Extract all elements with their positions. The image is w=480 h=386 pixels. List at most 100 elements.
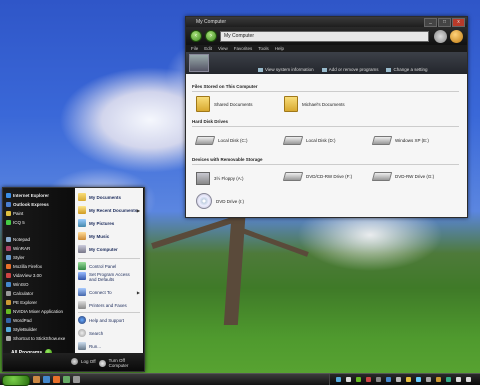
recent-program[interactable]: WordPad bbox=[6, 318, 32, 323]
tray-icon[interactable] bbox=[466, 377, 471, 382]
printers-faxes-link[interactable]: Printers and Faxes bbox=[78, 301, 141, 309]
local-disk-d-item[interactable]: Local Disk (D:) bbox=[282, 136, 336, 145]
calculator-icon bbox=[6, 291, 11, 296]
address-input[interactable]: My Computer bbox=[220, 30, 429, 42]
menu-file[interactable]: File bbox=[191, 46, 198, 51]
pinned-internet-explorer[interactable]: Internet Explorer bbox=[6, 193, 49, 198]
set-program-access-link[interactable]: Set Program Access and Defaults bbox=[78, 272, 141, 282]
tray-icon[interactable] bbox=[406, 377, 411, 382]
tray-icon[interactable] bbox=[386, 377, 391, 382]
tray-icon[interactable] bbox=[446, 377, 451, 382]
pinned-outlook-express[interactable]: Outlook Express bbox=[6, 202, 49, 207]
connect-to-link[interactable]: Connect To ▶ bbox=[78, 288, 141, 296]
menu-tools[interactable]: Tools bbox=[258, 46, 269, 51]
start-button[interactable] bbox=[2, 375, 30, 386]
info-icon bbox=[258, 67, 263, 72]
shared-documents-item[interactable]: Shared Documents bbox=[196, 96, 253, 112]
recent-program[interactable]: StyleBuilder bbox=[6, 327, 37, 332]
menu-favorites[interactable]: Favorites bbox=[234, 46, 253, 51]
recent-program[interactable]: WinISO bbox=[6, 282, 29, 287]
tree-branch bbox=[241, 228, 309, 257]
printer-icon bbox=[78, 301, 86, 309]
tree-branch bbox=[151, 217, 234, 249]
divider bbox=[78, 312, 140, 313]
hard-drive-icon bbox=[371, 136, 393, 145]
task-view-system-info[interactable]: View system information bbox=[258, 67, 314, 72]
search-icon[interactable] bbox=[434, 29, 447, 43]
tray-icon[interactable] bbox=[456, 377, 461, 382]
floppy-icon bbox=[196, 172, 210, 185]
menu-edit[interactable]: Edit bbox=[204, 46, 212, 51]
tray-icon[interactable] bbox=[346, 377, 351, 382]
settings-icon bbox=[386, 67, 392, 72]
recent-program[interactable]: Paint bbox=[6, 211, 23, 216]
recent-program[interactable]: ICQ 5 bbox=[6, 220, 25, 225]
tray-icon[interactable] bbox=[416, 377, 421, 382]
dvd-rw-g-item[interactable]: DVD-RW Drive (G:) bbox=[371, 172, 434, 181]
log-off-button[interactable]: Log Off bbox=[71, 358, 96, 365]
wordpad-icon bbox=[6, 318, 11, 323]
recent-program[interactable]: Styler bbox=[6, 255, 25, 260]
tray-icon[interactable] bbox=[356, 377, 361, 382]
back-button[interactable]: ‹ bbox=[190, 30, 202, 42]
window-title: My Computer bbox=[196, 19, 227, 25]
my-documents-link[interactable]: My Documents bbox=[78, 193, 141, 201]
minimize-button[interactable]: _ bbox=[424, 18, 437, 27]
my-music-link[interactable]: My Music bbox=[78, 232, 141, 240]
start-menu-programs-pane: Internet Explorer Outlook Express Paint … bbox=[3, 188, 73, 353]
task-change-setting[interactable]: Change a setting bbox=[386, 67, 428, 72]
quicklaunch-icon[interactable] bbox=[63, 376, 70, 383]
help-support-link[interactable]: Help and Support bbox=[78, 316, 141, 324]
local-disk-c-item[interactable]: Local Disk (C:) bbox=[194, 136, 248, 145]
control-panel-link[interactable]: Control Panel bbox=[78, 262, 141, 270]
quicklaunch-icon[interactable] bbox=[53, 376, 60, 383]
quicklaunch-icon[interactable] bbox=[73, 376, 80, 383]
divider bbox=[192, 164, 459, 165]
tray-icon[interactable] bbox=[426, 377, 431, 382]
recent-program[interactable]: PE Explorer bbox=[6, 300, 37, 305]
folder-icon bbox=[196, 96, 210, 112]
my-recent-documents-link[interactable]: My Recent Documents ▶ bbox=[78, 206, 141, 214]
internet-explorer-icon bbox=[6, 193, 11, 198]
recent-program[interactable]: Mozilla Firefox bbox=[6, 264, 42, 269]
tray-icon[interactable] bbox=[376, 377, 381, 382]
forward-button[interactable]: › bbox=[205, 30, 217, 42]
window-titlebar[interactable]: My Computer _ □ x bbox=[186, 17, 467, 27]
close-button[interactable]: x bbox=[452, 18, 465, 27]
folders-icon[interactable] bbox=[450, 29, 463, 43]
submenu-arrow-icon: ▶ bbox=[136, 289, 140, 295]
windows-xp-e-item[interactable]: Windows XP (E:) bbox=[371, 136, 429, 145]
recent-program[interactable]: NVIDIA Mixer Application bbox=[6, 309, 63, 314]
recent-program[interactable]: Calculator bbox=[6, 291, 33, 296]
search-link[interactable]: Search bbox=[78, 329, 141, 337]
dvd-drive-i-item[interactable]: DVD Drive (I:) bbox=[196, 193, 244, 209]
my-computer-window: My Computer _ □ x ‹ › My Computer File E… bbox=[185, 16, 468, 218]
pictures-icon bbox=[78, 219, 86, 227]
tray-icon[interactable] bbox=[436, 377, 441, 382]
paint-icon bbox=[6, 211, 11, 216]
menu-help[interactable]: Help bbox=[275, 46, 284, 51]
recent-program[interactable]: VidaView 3.00 bbox=[6, 273, 42, 278]
dvd-cdrw-f-item[interactable]: DVD/CD-RW Drive (F:) bbox=[282, 172, 352, 181]
michaels-documents-item[interactable]: Michael's Documents bbox=[284, 96, 345, 112]
run-link[interactable]: Run... bbox=[78, 342, 141, 350]
log-off-icon bbox=[71, 358, 78, 365]
network-icon bbox=[78, 288, 86, 296]
group-header-stored: Files Stored on This Computer bbox=[192, 84, 258, 89]
tray-icon[interactable] bbox=[366, 377, 371, 382]
floppy-a-item[interactable]: 3½ Floppy (A:) bbox=[196, 172, 244, 185]
quicklaunch-icon[interactable] bbox=[43, 376, 50, 383]
tray-icon[interactable] bbox=[396, 377, 401, 382]
recent-program[interactable]: Shortcut to StickShow.exe bbox=[6, 336, 65, 341]
recent-program[interactable]: WinRAR bbox=[6, 246, 30, 251]
my-pictures-link[interactable]: My Pictures bbox=[78, 219, 141, 227]
my-computer-link[interactable]: My Computer bbox=[78, 245, 141, 253]
turn-off-button[interactable]: Turn Off Computer bbox=[99, 358, 144, 368]
tray-icon[interactable] bbox=[336, 377, 341, 382]
menu-view[interactable]: View bbox=[218, 46, 228, 51]
maximize-button[interactable]: □ bbox=[438, 18, 451, 27]
task-add-remove-programs[interactable]: Add or remove programs bbox=[321, 67, 378, 72]
recent-program[interactable]: Notepad bbox=[6, 237, 30, 242]
quicklaunch-icon[interactable] bbox=[33, 376, 40, 383]
vidaview-icon bbox=[6, 273, 11, 278]
